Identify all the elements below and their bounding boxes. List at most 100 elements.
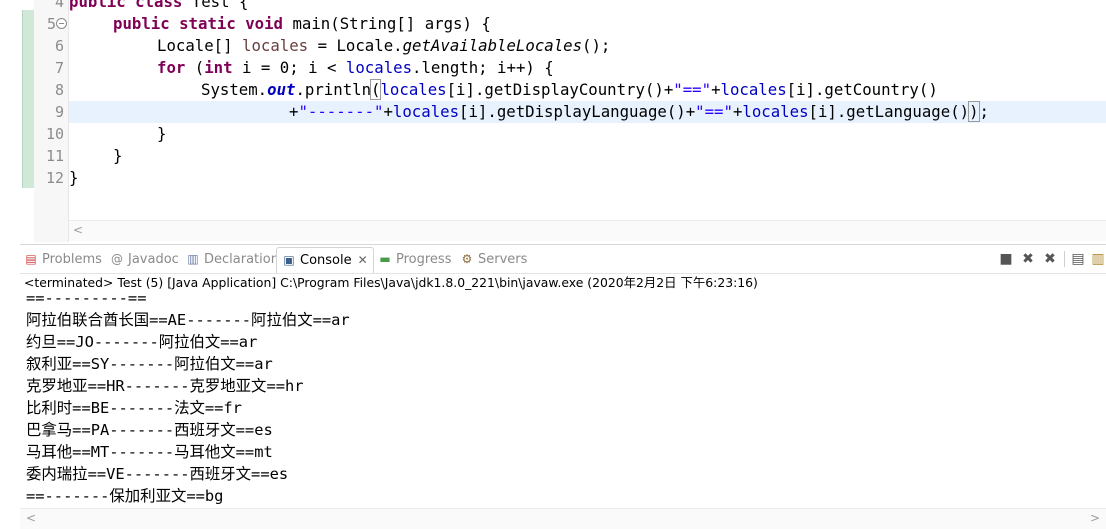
tab-label: Progress	[396, 252, 452, 267]
code-text: Locale[]	[157, 36, 243, 55]
remove-all-terminated-icon[interactable]: ✖	[1040, 248, 1060, 270]
console-line: 克罗地亚==HR-------克罗地亚文==hr	[26, 377, 304, 395]
code-line-11: }	[113, 145, 122, 167]
tab-problems[interactable]: ▤ Problems	[24, 248, 102, 270]
code-text: .length; i++) {	[412, 58, 554, 77]
launch-status: <terminated> Test (5) [Java Application]…	[24, 275, 758, 290]
line-number: 11	[45, 147, 64, 165]
line-number: 6	[54, 37, 64, 55]
view-tab-bar: ▤ Problems @ Javadoc ▥ Declaration ▣ Console…	[20, 245, 1106, 274]
line-number: 7	[54, 59, 64, 77]
static-field: out	[267, 80, 296, 99]
code-text: +	[711, 80, 721, 99]
console-horizontal-scrollbar[interactable]: < >	[20, 508, 1106, 529]
servers-icon: ⚙	[461, 252, 473, 266]
code-text: +	[732, 102, 743, 121]
close-icon[interactable]: ✕	[358, 253, 368, 267]
tab-javadoc[interactable]: @ Javadoc	[110, 248, 179, 270]
local-variable: locales	[742, 102, 809, 121]
console-line: 约旦==JO-------阿拉伯文==ar	[26, 333, 258, 351]
code-text: [i].getDisplayLanguage()+	[459, 102, 696, 121]
code-text: i = 0; i <	[232, 58, 346, 77]
tab-label: Servers	[478, 252, 528, 267]
tab-declaration[interactable]: ▥ Declaration	[186, 248, 279, 270]
console-icon: ▣	[283, 253, 295, 267]
code-line-8: System.out.println(locales[i].getDisplay…	[201, 79, 938, 101]
keyword: int	[204, 58, 233, 77]
code-line-7: for (int i = 0; i < locales.length; i++)…	[157, 57, 554, 79]
string-literal: "=="	[695, 102, 733, 121]
code-text: [i].getCountry()	[786, 80, 938, 99]
tab-servers[interactable]: ⚙ Servers	[460, 248, 528, 270]
code-text: System.	[201, 80, 268, 99]
code-text: Test {	[191, 0, 249, 11]
matching-bracket: )	[968, 101, 980, 122]
static-method: getAvailableLocales	[402, 36, 583, 55]
console-line: 阿拉伯联合酋长国==AE-------阿拉伯文==ar	[26, 311, 350, 329]
console-line: 巴拿马==PA-------西班牙文==es	[26, 421, 273, 439]
code-text: (	[185, 58, 205, 77]
keyword: public class	[69, 0, 183, 11]
code-text: ;	[979, 102, 989, 121]
code-text: = Locale.	[308, 36, 403, 55]
line-number: 10	[45, 125, 64, 143]
code-line-4: public class Test {	[69, 0, 248, 13]
console-line: 马耳他==MT-------马耳他文==mt	[26, 443, 273, 461]
code-line-5: public static void main(String[] args) {	[113, 13, 491, 35]
console-line: 比利时==BE-------法文==fr	[26, 399, 242, 417]
toolbar-separator	[1064, 251, 1065, 267]
code-editor[interactable]: 4 5 6 7 8 9 10 11 12 − public class Test…	[0, 0, 1106, 242]
line-number-gutter: 4 5 6 7 8 9 10 11 12	[34, 0, 69, 242]
change-ruler	[22, 10, 34, 188]
code-text: +	[383, 102, 393, 121]
local-variable: locales	[242, 36, 309, 55]
local-variable: locales	[345, 58, 413, 77]
local-variable: locales	[392, 102, 460, 121]
scroll-left-icon[interactable]: <	[26, 511, 36, 525]
code-text: [i].getLanguage()	[808, 102, 970, 121]
code-line-10: }	[157, 123, 166, 145]
bottom-panel: ▤ Problems @ Javadoc ▥ Declaration ▣ Console…	[20, 244, 1106, 529]
progress-icon: ▬	[379, 252, 391, 266]
code-line-9: +"-------"+locales[i].getDisplayLanguage…	[289, 101, 989, 123]
local-variable: locales	[720, 80, 787, 99]
keyword: public static void	[113, 14, 284, 33]
line-number: 5	[46, 15, 56, 33]
line-number: 9	[54, 103, 64, 121]
editor-horizontal-scrollbar[interactable]: <	[69, 220, 1106, 241]
fold-collapse-icon[interactable]: −	[56, 18, 67, 29]
line-number: 4	[54, 0, 64, 11]
code-text: }	[113, 146, 123, 165]
code-text: .println	[295, 80, 372, 99]
code-line-12: }	[69, 167, 78, 189]
code-text: [i].getDisplayCountry()+	[446, 80, 674, 99]
clear-console-icon[interactable]: ▤	[1068, 248, 1088, 270]
console-line: 委内瑞拉==VE-------西班牙文==es	[26, 465, 289, 483]
console-toolbar: ■ ✖ ✖ ▤ ▥	[996, 248, 1106, 270]
console-line: 叙利亚==SY-------阿拉伯文==ar	[26, 355, 273, 373]
tab-label: Problems	[42, 252, 102, 267]
tab-console[interactable]: ▣ Console ✕	[276, 247, 374, 273]
keyword: for	[157, 58, 186, 77]
terminate-icon[interactable]: ■	[996, 248, 1016, 270]
scroll-right-icon[interactable]: >	[1090, 511, 1100, 525]
line-number: 12	[45, 169, 64, 187]
code-text: }	[157, 124, 167, 143]
tab-progress[interactable]: ▬ Progress	[378, 248, 451, 270]
problems-icon: ▤	[25, 252, 37, 266]
code-line-6: Locale[] locales = Locale.getAvailableLo…	[157, 35, 610, 57]
console-line: ==-------保加利亚文==bg	[26, 487, 224, 505]
scroll-left-icon[interactable]: <	[73, 223, 83, 237]
code-text: main(String[] args) {	[292, 14, 491, 33]
string-literal: "-------"	[298, 102, 384, 121]
console-output[interactable]: ==---------== 阿拉伯联合酋长国==AE-------阿拉伯文==a…	[26, 293, 1106, 509]
string-literal: "=="	[673, 80, 712, 99]
scroll-lock-icon[interactable]: ▥	[1088, 248, 1106, 270]
tab-label: Javadoc	[128, 252, 179, 267]
tab-label: Console	[300, 253, 352, 268]
console-line: ==---------==	[26, 293, 147, 307]
remove-launch-icon[interactable]: ✖	[1018, 248, 1038, 270]
overview-ruler	[0, 0, 20, 242]
javadoc-icon: @	[111, 252, 123, 266]
local-variable: locales	[380, 80, 447, 99]
